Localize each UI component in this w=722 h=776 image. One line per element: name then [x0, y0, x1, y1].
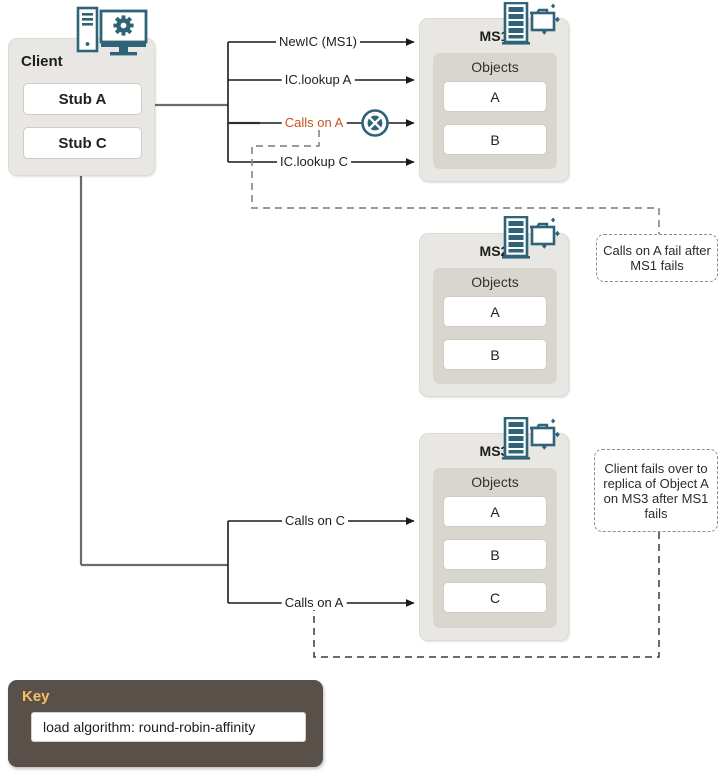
client-stub-c[interactable]: Stub C [23, 127, 142, 159]
edge-label-calls-on-a-ms1: Calls on A [281, 116, 347, 130]
edge-label-newic: NewIC (MS1) [275, 35, 361, 49]
server-box-ms3[interactable]: MS3 Objects A B C [419, 433, 569, 641]
objects-panel-ms3: Objects A B C [433, 468, 557, 628]
callout-ms2: Calls on A fail after MS1 fails [596, 234, 718, 282]
objects-label-ms2: Objects [471, 274, 519, 290]
failure-cross-icon [361, 109, 389, 137]
callout-ms3: Client fails over to replica of Object A… [594, 449, 718, 532]
client-workstation-icon [74, 4, 150, 60]
client-label: Client [21, 53, 63, 70]
object-chip[interactable]: C [443, 582, 547, 613]
server-rack-icon [499, 215, 561, 260]
key-title: Key [22, 688, 50, 705]
server-rack-icon [499, 1, 561, 46]
objects-panel-ms2: Objects A B [433, 268, 557, 384]
objects-panel-ms1: Objects A B [433, 53, 557, 169]
edge-label-calls-on-c-ms3: Calls on C [282, 514, 348, 528]
object-chip[interactable]: A [443, 81, 547, 112]
key-item-load-algorithm: load algorithm: round-robin-affinity [31, 712, 306, 742]
server-rack-icon [499, 416, 561, 461]
edge-label-calls-on-a-ms3: Calls on A [281, 596, 347, 610]
object-chip[interactable]: B [443, 539, 547, 570]
edge-label-lookup-a: IC.lookup A [281, 73, 355, 87]
edge-label-lookup-c: IC.lookup C [277, 155, 351, 169]
object-chip[interactable]: A [443, 496, 547, 527]
objects-label-ms3: Objects [471, 474, 519, 490]
object-chip[interactable]: B [443, 339, 547, 370]
object-chip[interactable]: B [443, 124, 547, 155]
objects-label-ms1: Objects [471, 59, 519, 75]
key-legend-box: Key load algorithm: round-robin-affinity [8, 680, 323, 767]
client-stub-a[interactable]: Stub A [23, 83, 142, 115]
diagram-canvas: Client Stub A Stub C MS1 Objects A B MS2… [0, 0, 722, 776]
object-chip[interactable]: A [443, 296, 547, 327]
